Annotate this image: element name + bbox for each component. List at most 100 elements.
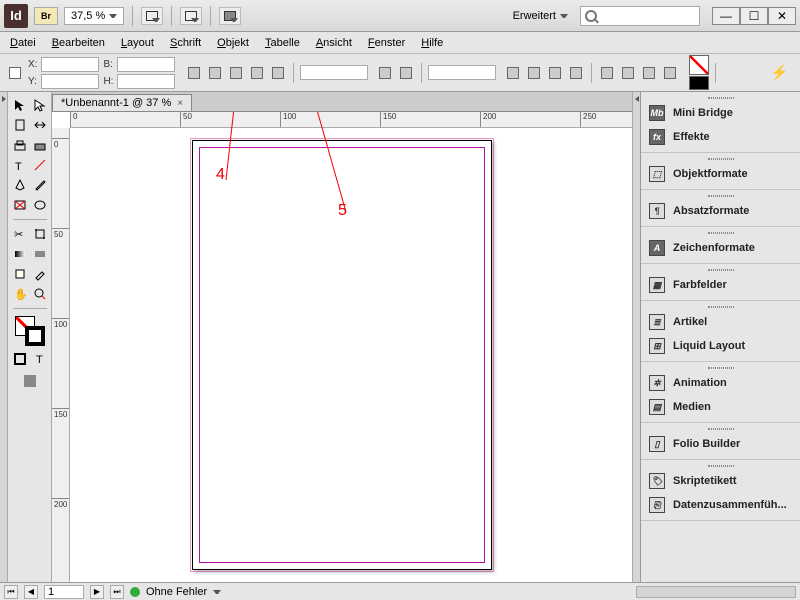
maximize-button[interactable]: ☐ xyxy=(740,7,768,25)
pencil-tool[interactable] xyxy=(31,176,49,194)
panel-label: Artikel xyxy=(673,316,707,328)
panel-item[interactable]: ▤Medien xyxy=(641,395,800,419)
stroke-swatch[interactable] xyxy=(689,76,709,90)
rectangle-tool[interactable] xyxy=(31,196,49,214)
flip-h-icon[interactable] xyxy=(248,64,266,82)
ruler-vertical[interactable]: 0 50 100 150 200 250 xyxy=(52,128,70,582)
format-text-icon[interactable]: T xyxy=(31,350,49,368)
preflight-status-icon[interactable] xyxy=(130,587,140,597)
panel-group: ¶Absatzformate xyxy=(641,190,800,227)
field-y[interactable] xyxy=(41,74,99,89)
direct-selection-tool[interactable] xyxy=(31,96,49,114)
menu-datei[interactable]: Datei xyxy=(10,37,36,49)
document-tab[interactable]: *Unbenannt-1 @ 37 % × xyxy=(52,94,192,111)
format-container-icon[interactable] xyxy=(11,350,29,368)
menu-tabelle[interactable]: Tabelle xyxy=(265,37,300,49)
convert-shape-icon[interactable] xyxy=(567,64,585,82)
shear-icon[interactable] xyxy=(227,64,245,82)
text-wrap-icon[interactable] xyxy=(504,64,522,82)
minimize-button[interactable]: — xyxy=(712,7,740,25)
gradient-swatch-tool[interactable] xyxy=(11,245,29,263)
pathfinder-icon[interactable] xyxy=(546,64,564,82)
view-mode-normal-icon[interactable] xyxy=(21,372,39,390)
panel-item[interactable]: ✲Animation xyxy=(641,371,800,395)
search-input[interactable] xyxy=(580,6,700,26)
zoom-tool[interactable] xyxy=(31,285,49,303)
opacity-icon[interactable] xyxy=(376,64,394,82)
scissors-tool[interactable]: ✂ xyxy=(11,225,29,243)
ruler-horizontal[interactable]: 0 50 100 150 200 250 xyxy=(70,112,632,128)
bridge-button[interactable]: Br xyxy=(34,7,58,25)
first-page-button[interactable]: ⏮ xyxy=(4,585,18,599)
fill-stroke-proxy[interactable] xyxy=(15,316,45,346)
reference-point-icon[interactable] xyxy=(6,64,24,82)
rectangle-frame-tool[interactable] xyxy=(11,196,29,214)
gradient-feather-tool[interactable] xyxy=(31,245,49,263)
content-placer-tool[interactable] xyxy=(31,136,49,154)
panel-item[interactable]: ⬚Objektformate xyxy=(641,162,800,186)
tab-close-icon[interactable]: × xyxy=(177,98,183,109)
panel-item[interactable]: ▯Folio Builder xyxy=(641,432,800,456)
pen-tool[interactable] xyxy=(11,176,29,194)
panel-item[interactable]: AZeichenformate xyxy=(641,236,800,260)
left-gutter[interactable] xyxy=(0,92,8,582)
right-gutter[interactable] xyxy=(632,92,640,582)
label-x: X: xyxy=(28,59,37,70)
field-h[interactable] xyxy=(117,74,175,89)
menu-bearbeiten[interactable]: Bearbeiten xyxy=(52,37,105,49)
type-tool[interactable]: T xyxy=(11,156,29,174)
distribute-icon[interactable] xyxy=(619,64,637,82)
content-collector-tool[interactable] xyxy=(11,136,29,154)
scale-x-icon[interactable] xyxy=(185,64,203,82)
panel-item[interactable]: ⊞Liquid Layout xyxy=(641,334,800,358)
chevron-down-icon[interactable] xyxy=(213,590,221,594)
field-x[interactable] xyxy=(41,57,99,72)
free-transform-tool[interactable] xyxy=(31,225,49,243)
effects-icon[interactable] xyxy=(397,64,415,82)
rotate-icon[interactable] xyxy=(206,64,224,82)
panel-item[interactable]: ⎘Datenzusammenfüh... xyxy=(641,493,800,517)
hand-tool[interactable]: ✋ xyxy=(11,285,29,303)
field-w[interactable] xyxy=(117,57,175,72)
menu-ansicht[interactable]: Ansicht xyxy=(316,37,352,49)
panel-item[interactable]: fxEffekte xyxy=(641,125,800,149)
quick-apply-icon[interactable]: ⚡ xyxy=(771,64,794,81)
menu-fenster[interactable]: Fenster xyxy=(368,37,405,49)
eyedropper-tool[interactable] xyxy=(31,265,49,283)
align-icon[interactable] xyxy=(598,64,616,82)
stroke-weight-field[interactable] xyxy=(300,65,368,80)
align-spread-icon[interactable] xyxy=(661,64,679,82)
object-style-field[interactable] xyxy=(428,65,496,80)
menu-objekt[interactable]: Objekt xyxy=(217,37,249,49)
workspace-dropdown[interactable]: Erweitert xyxy=(507,8,574,24)
corner-icon[interactable] xyxy=(525,64,543,82)
gap-tool[interactable] xyxy=(31,116,49,134)
align-page-icon[interactable] xyxy=(640,64,658,82)
menu-layout[interactable]: Layout xyxy=(121,37,154,49)
next-page-button[interactable]: ▶ xyxy=(90,585,104,599)
close-button[interactable]: ✕ xyxy=(768,7,796,25)
screen-mode-button[interactable] xyxy=(180,7,202,25)
canvas[interactable]: 0 50 100 150 200 250 0 50 100 150 200 25… xyxy=(52,112,632,582)
selection-tool[interactable] xyxy=(11,96,29,114)
panel-item[interactable]: MbMini Bridge xyxy=(641,101,800,125)
fill-swatch[interactable] xyxy=(689,55,709,75)
panel-item[interactable]: ▦Farbfelder xyxy=(641,273,800,297)
view-options-button[interactable] xyxy=(141,7,163,25)
panel-item[interactable]: ≣Artikel xyxy=(641,310,800,334)
menu-hilfe[interactable]: Hilfe xyxy=(421,37,443,49)
panel-item[interactable]: 🏷Skriptetikett xyxy=(641,469,800,493)
scrollbar-horizontal[interactable] xyxy=(636,586,796,598)
arrange-documents-button[interactable] xyxy=(219,7,241,25)
page-field[interactable]: 1 xyxy=(44,585,84,599)
page-tool[interactable] xyxy=(11,116,29,134)
flip-v-icon[interactable] xyxy=(269,64,287,82)
zoom-dropdown[interactable]: 37,5 % xyxy=(64,7,124,25)
panel-item[interactable]: ¶Absatzformate xyxy=(641,199,800,223)
prev-page-button[interactable]: ◀ xyxy=(24,585,38,599)
line-tool[interactable] xyxy=(31,156,49,174)
menu-bar: Datei Bearbeiten Layout Schrift Objekt T… xyxy=(0,32,800,54)
note-tool[interactable] xyxy=(11,265,29,283)
menu-schrift[interactable]: Schrift xyxy=(170,37,201,49)
last-page-button[interactable]: ⏭ xyxy=(110,585,124,599)
